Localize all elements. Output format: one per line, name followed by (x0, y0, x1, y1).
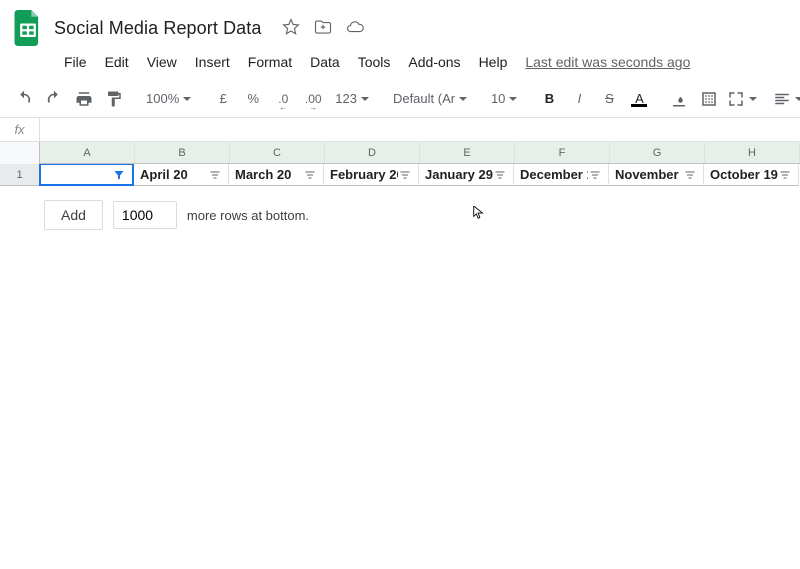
column-headers: A B C D E F G H (0, 142, 800, 164)
menu-edit[interactable]: Edit (97, 50, 137, 74)
cell-G1[interactable]: November 19 (609, 164, 704, 186)
formula-bar: fx (0, 118, 800, 142)
col-head-G[interactable]: G (610, 142, 705, 163)
cell-B1[interactable]: April 20 (134, 164, 229, 186)
filter-icon[interactable] (303, 168, 317, 182)
more-formats-select[interactable]: 123 (329, 85, 375, 113)
cloud-status-icon[interactable] (346, 18, 364, 39)
font-size-select[interactable]: 10 (485, 85, 523, 113)
col-head-E[interactable]: E (420, 142, 515, 163)
cell-F1[interactable]: December 19 (514, 164, 609, 186)
toolbar: 100% £ % .0← .00→ 123 Default (Ari... 10… (0, 80, 800, 118)
percent-button[interactable]: % (239, 85, 267, 113)
borders-button[interactable] (695, 85, 723, 113)
add-rows-button[interactable]: Add (44, 200, 103, 230)
filter-icon[interactable] (493, 168, 507, 182)
cell-H1[interactable]: October 19 (704, 164, 799, 186)
italic-button[interactable]: I (565, 85, 593, 113)
cell-D1[interactable]: February 20 (324, 164, 419, 186)
col-head-A[interactable]: A (40, 142, 135, 163)
menu-addons[interactable]: Add-ons (400, 50, 468, 74)
title-bar: Social Media Report Data (0, 0, 800, 48)
doc-title[interactable]: Social Media Report Data (54, 18, 270, 39)
add-rows-count-input[interactable] (113, 201, 177, 229)
decrease-decimal-button[interactable]: .0← (269, 85, 297, 113)
paint-format-button[interactable] (100, 85, 128, 113)
last-edit-link[interactable]: Last edit was seconds ago (525, 54, 690, 70)
cell-A1[interactable] (39, 164, 134, 186)
fx-label: fx (0, 118, 40, 141)
redo-button[interactable] (40, 85, 68, 113)
col-head-B[interactable]: B (135, 142, 230, 163)
col-head-F[interactable]: F (515, 142, 610, 163)
bold-button[interactable]: B (535, 85, 563, 113)
filter-icon[interactable] (208, 168, 222, 182)
menu-help[interactable]: Help (471, 50, 516, 74)
menu-view[interactable]: View (139, 50, 185, 74)
add-rows-section: Add more rows at bottom. (0, 186, 800, 230)
undo-button[interactable] (10, 85, 38, 113)
fill-color-button[interactable] (665, 85, 693, 113)
menu-file[interactable]: File (56, 50, 95, 74)
add-rows-suffix-label: more rows at bottom. (187, 208, 309, 223)
filter-icon[interactable] (398, 168, 412, 182)
sheets-app-icon[interactable] (8, 8, 48, 48)
cell-E1[interactable]: January 29 (419, 164, 514, 186)
cell-C1[interactable]: March 20 (229, 164, 324, 186)
filter-icon[interactable] (683, 168, 697, 182)
menu-data[interactable]: Data (302, 50, 348, 74)
menu-bar: File Edit View Insert Format Data Tools … (0, 48, 800, 76)
star-icon[interactable] (282, 18, 300, 39)
font-family-select[interactable]: Default (Ari... (387, 85, 473, 113)
row-head-1[interactable]: 1 (0, 164, 40, 186)
horizontal-align-button[interactable] (771, 85, 800, 113)
filter-icon[interactable] (588, 168, 602, 182)
increase-decimal-button[interactable]: .00→ (299, 85, 327, 113)
col-head-H[interactable]: H (705, 142, 800, 163)
filter-icon[interactable] (778, 168, 792, 182)
col-head-C[interactable]: C (230, 142, 325, 163)
zoom-select[interactable]: 100% (140, 85, 197, 113)
formula-input[interactable] (40, 118, 800, 141)
select-all-corner[interactable] (0, 142, 40, 164)
strikethrough-button[interactable]: S (595, 85, 623, 113)
currency-button[interactable]: £ (209, 85, 237, 113)
row-1: 1 April 20 March 20 February 20 January … (0, 164, 800, 186)
text-color-button[interactable]: A (625, 85, 653, 113)
print-button[interactable] (70, 85, 98, 113)
filter-icon[interactable] (112, 168, 126, 182)
menu-format[interactable]: Format (240, 50, 300, 74)
move-icon[interactable] (314, 18, 332, 39)
merge-cells-button[interactable] (725, 85, 759, 113)
spreadsheet-grid: A B C D E F G H 1 April 20 March 20 Febr… (0, 142, 800, 230)
col-head-D[interactable]: D (325, 142, 420, 163)
menu-tools[interactable]: Tools (350, 50, 399, 74)
menu-insert[interactable]: Insert (187, 50, 238, 74)
